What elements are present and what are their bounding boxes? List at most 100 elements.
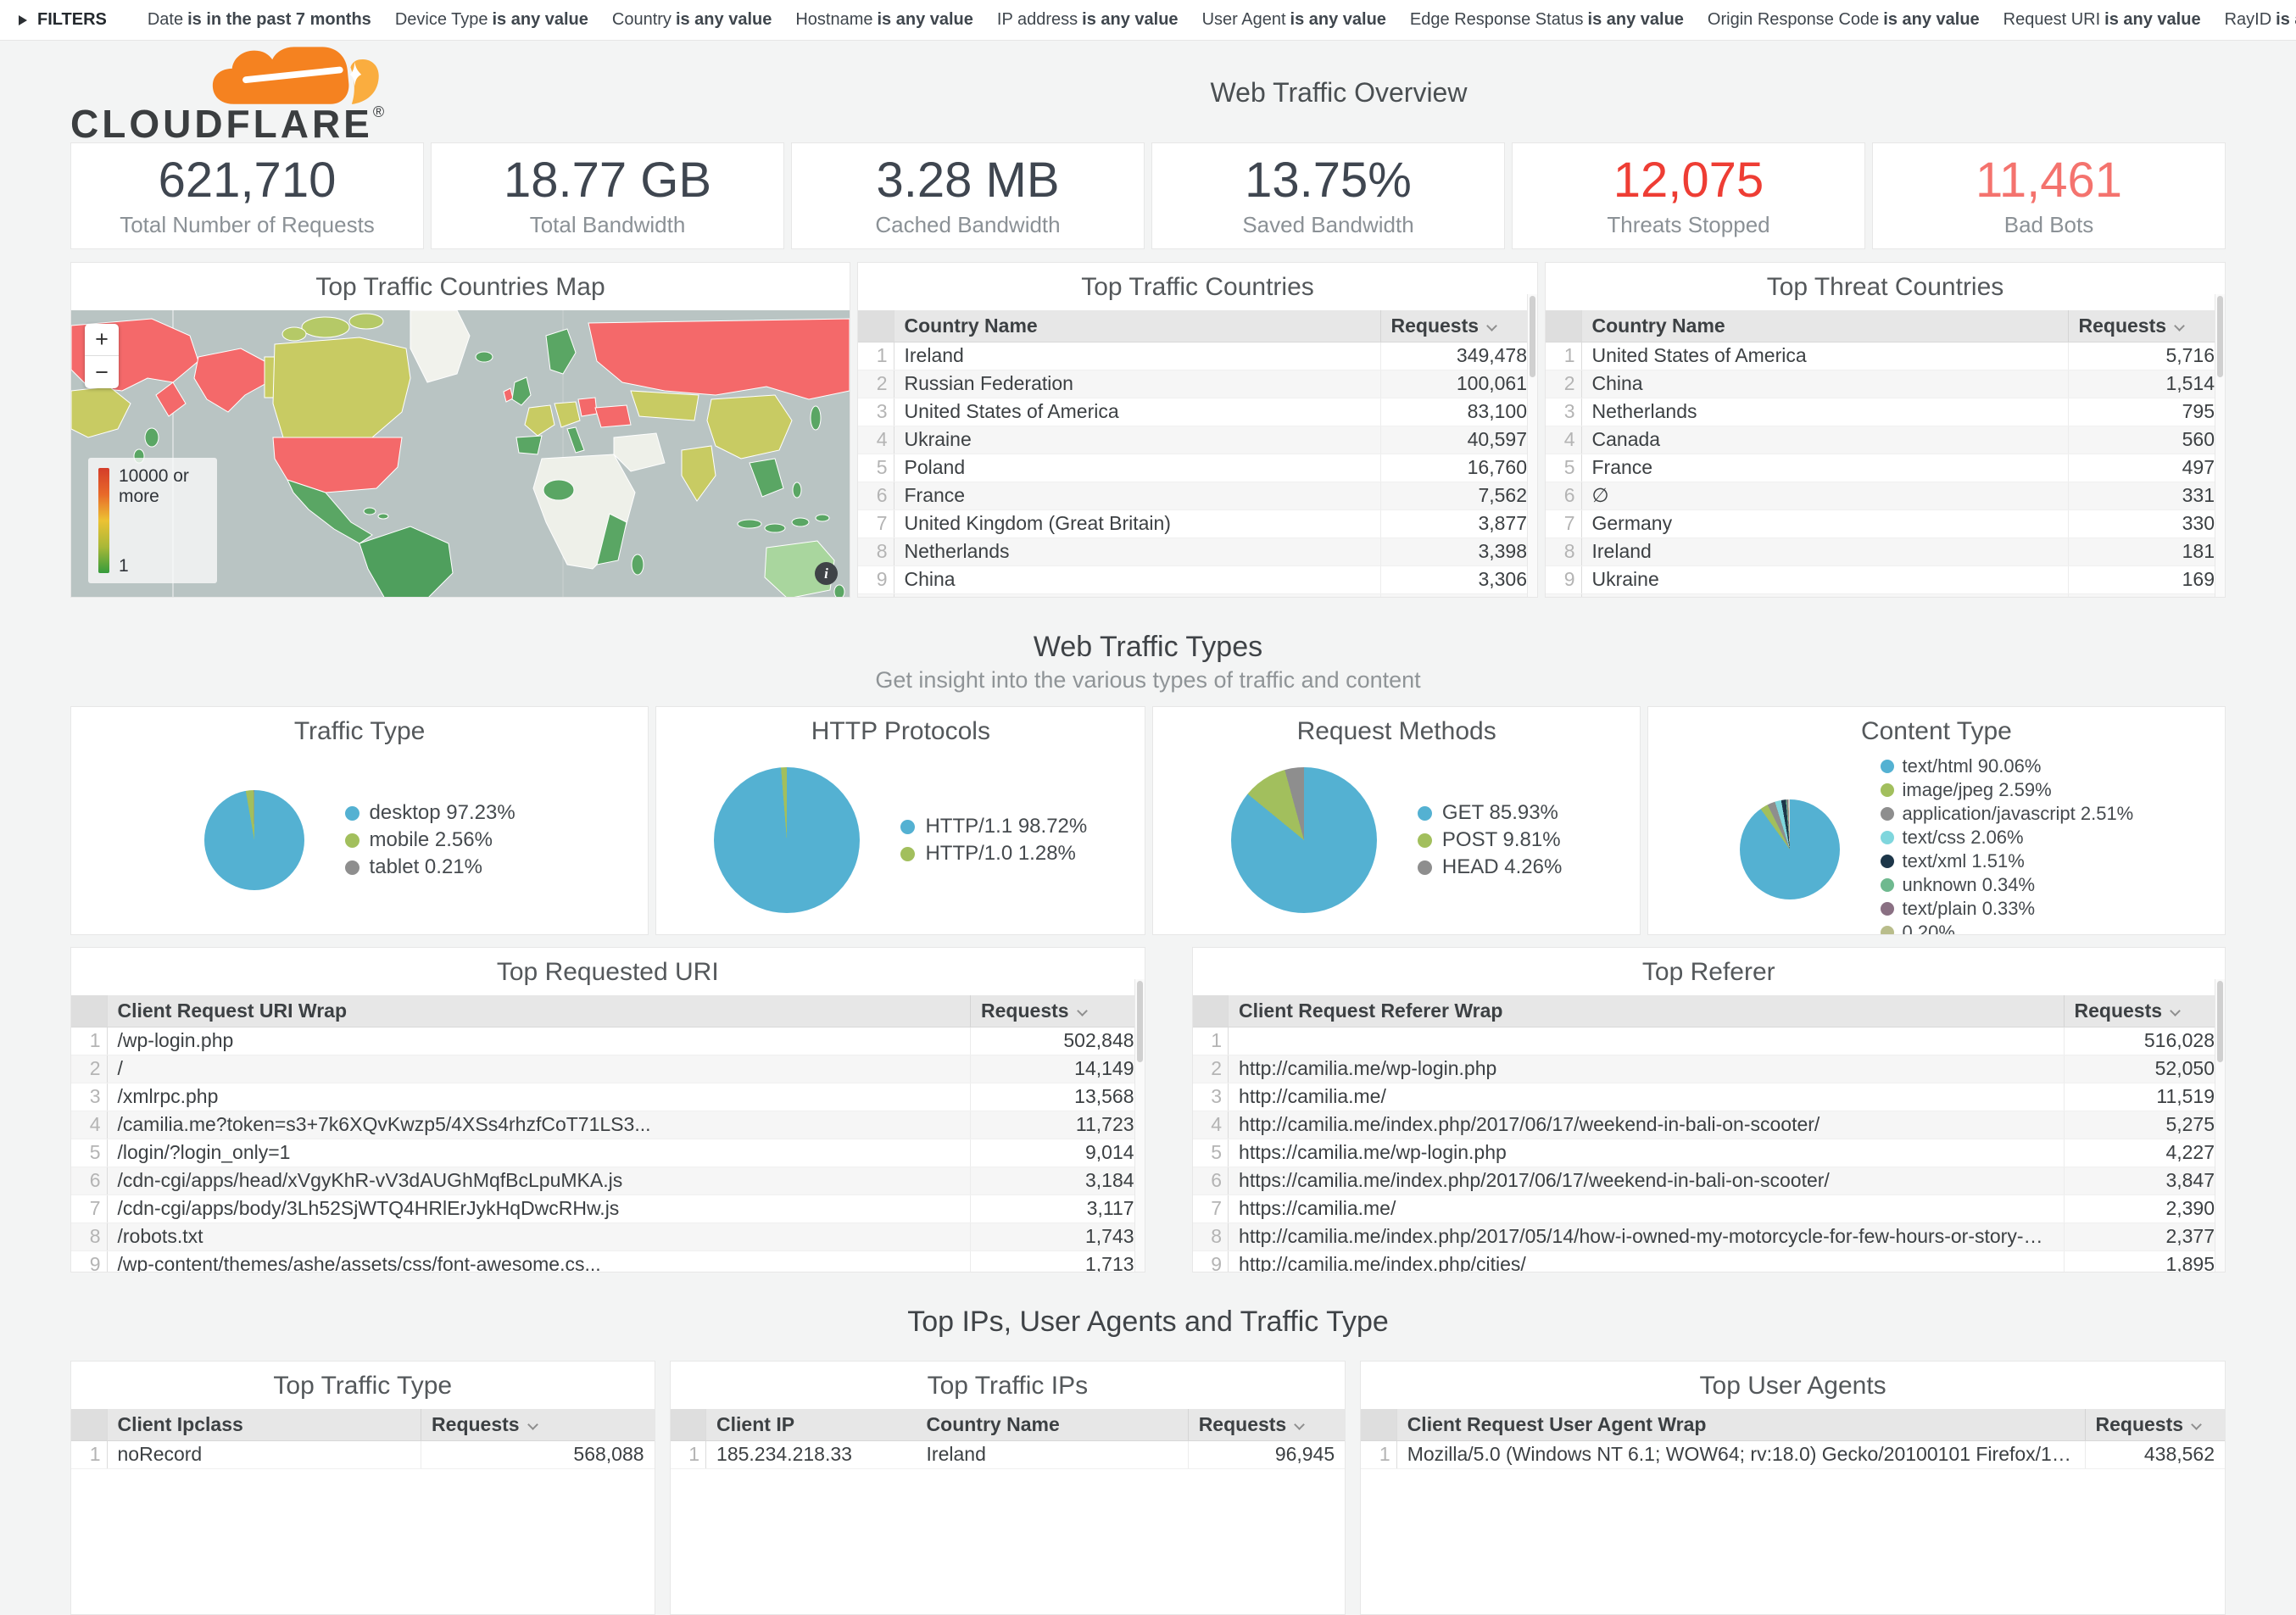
column-header[interactable]: Country Name	[894, 310, 1380, 342]
map-info-icon[interactable]: i	[815, 562, 838, 585]
table-row[interactable]: 9Ukraine169	[1546, 565, 2225, 593]
table-row[interactable]: 5/login/?login_only=19,014	[71, 1139, 1145, 1167]
table-row[interactable]: 3/xmlrpc.php13,568	[71, 1083, 1145, 1111]
legend-item[interactable]: 0.20%	[1881, 922, 2134, 935]
kpi-bad-bots[interactable]: 11,461 Bad Bots	[1872, 142, 2226, 249]
legend-item[interactable]: HEAD 4.26%	[1418, 855, 1562, 879]
filter-item[interactable]: Request URIis any value	[2003, 10, 2201, 30]
table-row[interactable]: 5https://camilia.me/wp-login.php4,227	[1193, 1139, 2225, 1167]
table-row[interactable]: 3Netherlands795	[1546, 398, 2225, 426]
legend-item[interactable]: text/plain 0.33%	[1881, 898, 2134, 920]
http-protocols-pie-chart[interactable]	[714, 767, 860, 913]
legend-item[interactable]: text/html 90.06%	[1881, 755, 2134, 777]
scrollbar[interactable]	[2215, 979, 2225, 1272]
filter-item[interactable]: Dateis in the past 7 months	[148, 10, 371, 30]
column-header[interactable]: Requests	[2064, 995, 2225, 1027]
column-header[interactable]: Client Request Referer Wrap	[1229, 995, 2064, 1027]
table-row[interactable]: 6https://camilia.me/index.php/2017/06/17…	[1193, 1167, 2225, 1195]
request-methods-pie-chart[interactable]	[1231, 767, 1377, 913]
legend-item[interactable]: HTTP/1.0 1.28%	[900, 842, 1087, 866]
table-row[interactable]: 9China3,306	[858, 565, 1537, 593]
filter-item[interactable]: RayIDis any value	[2225, 10, 2296, 30]
table-row[interactable]: 4http://camilia.me/index.php/2017/06/17/…	[1193, 1111, 2225, 1139]
table-row[interactable]: 4Ukraine40,597	[858, 426, 1537, 454]
legend-item[interactable]: image/jpeg 2.59%	[1881, 779, 2134, 801]
table-row[interactable]: 3United States of America83,100	[858, 398, 1537, 426]
scrollbar-thumb[interactable]	[2217, 296, 2223, 377]
kpi-cached-bandwidth[interactable]: 3.28 MB Cached Bandwidth	[791, 142, 1145, 249]
scrollbar[interactable]	[1527, 294, 1537, 597]
legend-item[interactable]: text/xml 1.51%	[1881, 850, 2134, 872]
filter-item[interactable]: IP addressis any value	[997, 10, 1179, 30]
table-row[interactable]: 6France7,562	[858, 482, 1537, 510]
legend-item[interactable]: tablet 0.21%	[345, 855, 515, 879]
table-row[interactable]: 1Ireland349,478	[858, 342, 1537, 370]
legend-item[interactable]: GET 85.93%	[1418, 801, 1562, 825]
table-row[interactable]: 6∅331	[1546, 482, 2225, 510]
filter-item[interactable]: Device Typeis any value	[395, 10, 588, 30]
filter-item[interactable]: Hostnameis any value	[795, 10, 973, 30]
table-row[interactable]: 5France497	[1546, 454, 2225, 482]
table-row[interactable]: 7Germany330	[1546, 510, 2225, 537]
scrollbar-thumb[interactable]	[1530, 296, 1535, 377]
column-header[interactable]: Requests	[971, 995, 1145, 1027]
column-header[interactable]: Requests	[2068, 310, 2225, 342]
column-header[interactable]: Client Request User Agent Wrap	[1396, 1409, 2085, 1440]
table-row[interactable]: 1/wp-login.php502,848	[71, 1027, 1145, 1055]
table-row[interactable]: 7/cdn-cgi/apps/body/3Lh52SjWTQ4HRlErJykH…	[71, 1195, 1145, 1222]
kpi-threats-stopped[interactable]: 12,075 Threats Stopped	[1512, 142, 1865, 249]
content-type-pie-chart[interactable]	[1740, 799, 1840, 899]
legend-item[interactable]: unknown 0.34%	[1881, 874, 2134, 896]
table-row[interactable]: 8Ireland181	[1546, 537, 2225, 565]
table-row[interactable]: 10Canada2,315	[858, 593, 1537, 597]
table-row[interactable]: 4/camilia.me?token=s3+7k6XQvKwzp5/4XSs4r…	[71, 1111, 1145, 1139]
legend-item[interactable]: mobile 2.56%	[345, 828, 515, 852]
scrollbar-thumb[interactable]	[1137, 981, 1143, 1062]
table-row[interactable]: 4Canada560	[1546, 426, 2225, 454]
table-row[interactable]: 6/cdn-cgi/apps/head/xVgyKhR-vV3dAUGhMqfB…	[71, 1167, 1145, 1195]
filters-toggle[interactable]: FILTERS	[19, 10, 107, 30]
column-header[interactable]: Client Ipclass	[107, 1409, 421, 1440]
filter-item[interactable]: User Agentis any value	[1202, 10, 1386, 30]
scrollbar-thumb[interactable]	[2217, 981, 2223, 1062]
scrollbar[interactable]	[2215, 294, 2225, 597]
table-row[interactable]: 5Poland16,760	[858, 454, 1537, 482]
column-header[interactable]: Country Name	[1581, 310, 2068, 342]
column-header[interactable]: Requests	[2085, 1409, 2225, 1440]
world-map[interactable]: + − 10000 or more 1 i	[71, 310, 850, 597]
kpi-saved-bandwidth[interactable]: 13.75% Saved Bandwidth	[1151, 142, 1505, 249]
table-row[interactable]: 2Russian Federation100,061	[858, 370, 1537, 398]
scrollbar[interactable]	[1134, 979, 1145, 1272]
table-row[interactable]: 9/wp-content/themes/ashe/assets/css/font…	[71, 1250, 1145, 1272]
table-row[interactable]: 1United States of America5,716	[1546, 342, 2225, 370]
table-row[interactable]: 2/14,149	[71, 1055, 1145, 1083]
legend-item[interactable]: text/css 2.06%	[1881, 827, 2134, 849]
table-row[interactable]: 2China1,514	[1546, 370, 2225, 398]
legend-item[interactable]: desktop 97.23%	[345, 801, 515, 825]
legend-item[interactable]: POST 9.81%	[1418, 828, 1562, 852]
column-header[interactable]: Requests	[1380, 310, 1537, 342]
legend-item[interactable]: HTTP/1.1 98.72%	[900, 815, 1087, 838]
table-row[interactable]: 8http://camilia.me/index.php/2017/05/14/…	[1193, 1222, 2225, 1250]
table-row[interactable]: 9http://camilia.me/index.php/cities/1,89…	[1193, 1250, 2225, 1272]
table-row[interactable]: 3http://camilia.me/11,519	[1193, 1083, 2225, 1111]
table-row[interactable]: 8/robots.txt1,743	[71, 1222, 1145, 1250]
kpi-total-bandwidth[interactable]: 18.77 GB Total Bandwidth	[431, 142, 784, 249]
table-row[interactable]: 1noRecord568,088	[71, 1440, 655, 1468]
table-row[interactable]: 1185.234.218.33Ireland96,945	[671, 1440, 1346, 1468]
table-row[interactable]: 7https://camilia.me/2,390	[1193, 1195, 2225, 1222]
filter-item[interactable]: Countryis any value	[612, 10, 772, 30]
table-row[interactable]: 7United Kingdom (Great Britain)3,877	[858, 510, 1537, 537]
table-row[interactable]: 2http://camilia.me/wp-login.php52,050	[1193, 1055, 2225, 1083]
legend-item[interactable]: application/javascript 2.51%	[1881, 803, 2134, 825]
filter-item[interactable]: Edge Response Statusis any value	[1410, 10, 1684, 30]
column-header[interactable]: Requests	[1188, 1409, 1345, 1440]
table-row[interactable]: 8Netherlands3,398	[858, 537, 1537, 565]
column-header[interactable]: Requests	[421, 1409, 655, 1440]
zoom-in-button[interactable]: +	[85, 324, 119, 356]
table-row[interactable]: 10Singapore150	[1546, 593, 2225, 597]
kpi-total-requests[interactable]: 621,710 Total Number of Requests	[70, 142, 424, 249]
column-header[interactable]: Client Request URI Wrap	[107, 995, 971, 1027]
column-header[interactable]: Client IP	[706, 1409, 917, 1440]
filter-item[interactable]: Origin Response Codeis any value	[1708, 10, 1980, 30]
